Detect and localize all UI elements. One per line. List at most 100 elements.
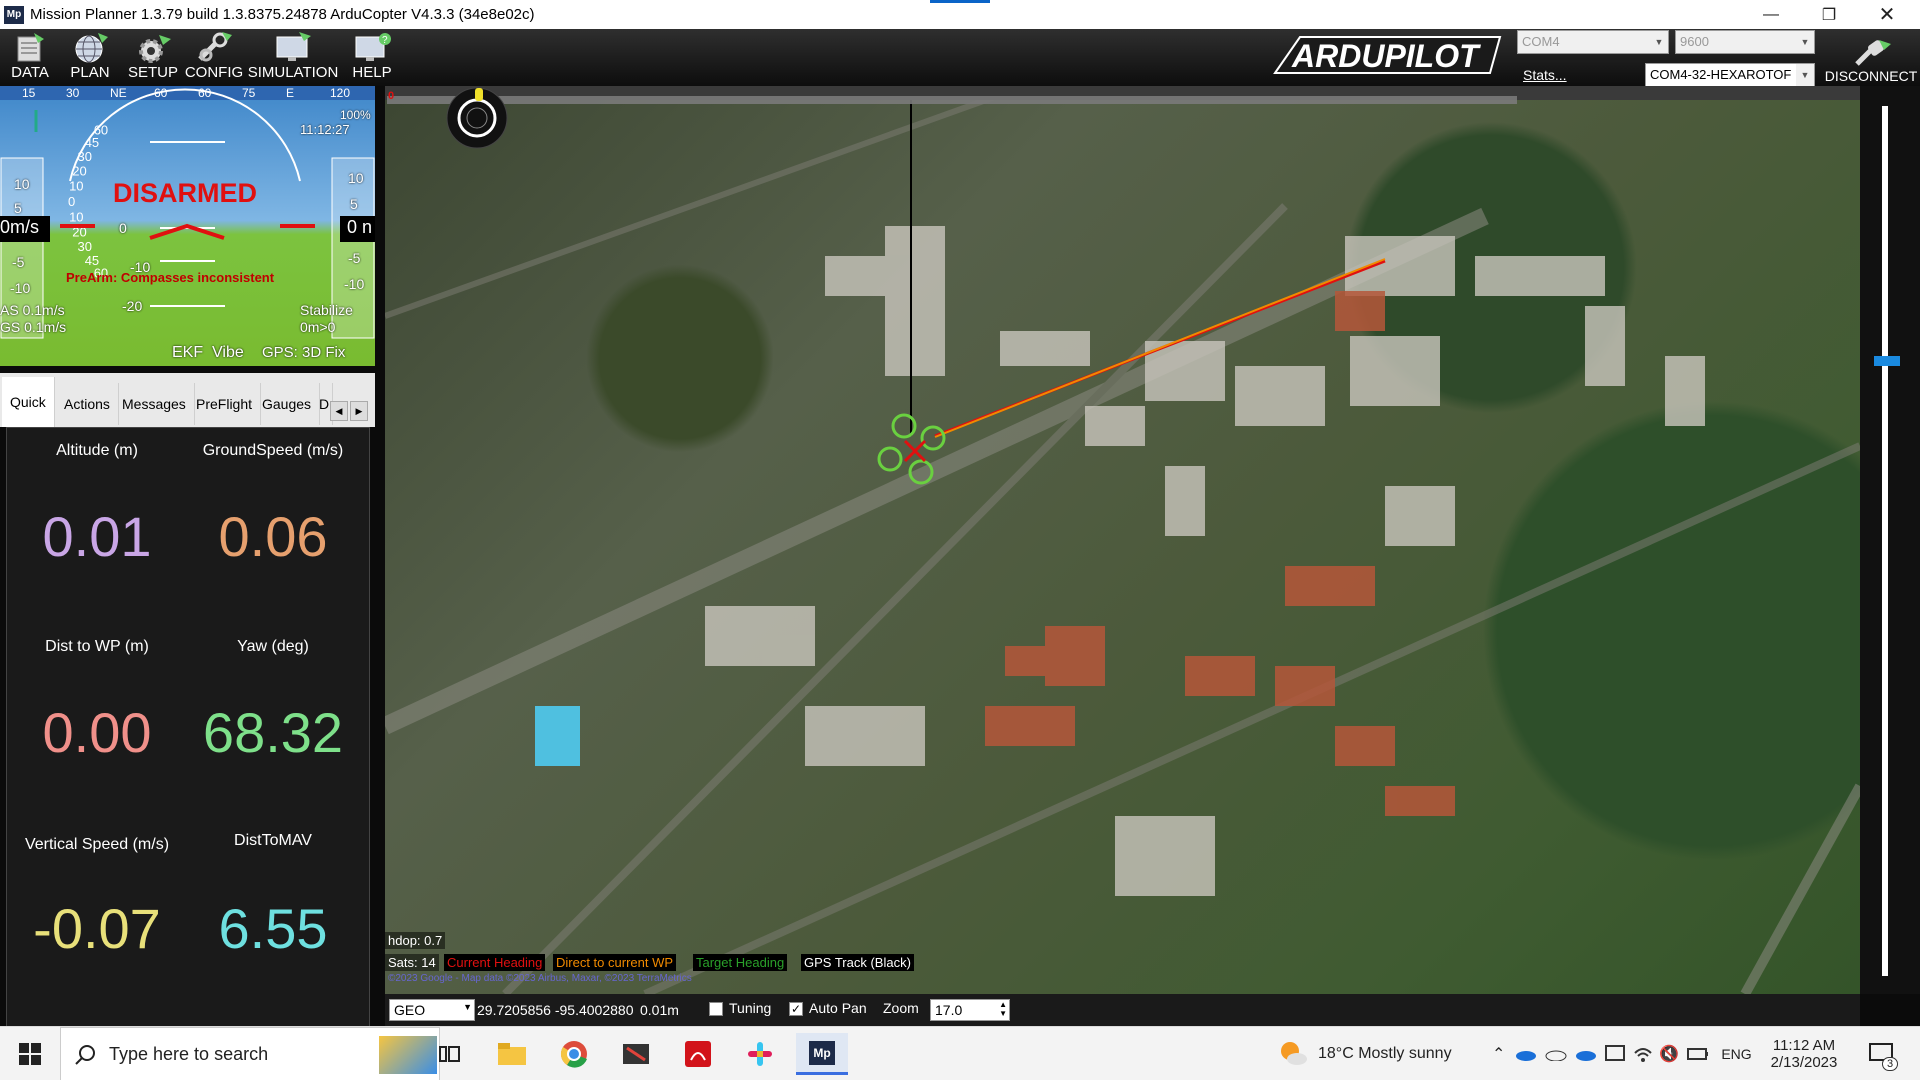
zoom-slider-thumb[interactable] [1874,356,1900,366]
wifi-icon[interactable] [1633,1045,1653,1063]
autopan-checkbox[interactable]: ✓ [789,1002,803,1016]
weather-text: 18°C Mostly sunny [1318,1045,1452,1062]
slack-icon[interactable] [734,1033,786,1075]
stats-link[interactable]: Stats... [1523,67,1567,83]
display-icon[interactable] [1605,1045,1626,1063]
help-button[interactable]: ? HELP [348,31,396,85]
dist-to-wp-value[interactable]: 0.00 [7,700,187,765]
disconnect-label: DISCONNECT [1824,68,1918,84]
tab-quick[interactable]: Quick [2,377,55,427]
map-timeline-marker[interactable] [475,88,483,101]
app-icon: Mp [4,5,24,24]
hud-left-tick: 5 [14,200,22,216]
map-status-bar: GEO ▼ 29.7205856 -95.4002880 0.01m Tunin… [385,994,1860,1026]
hud-heading-tick: 60 [198,86,212,100]
tab-messages[interactable]: Messages [114,383,195,425]
volume-icon[interactable]: 🔇 [1659,1044,1679,1064]
port-select[interactable]: COM4 ▼ [1517,30,1669,54]
hud-time: 11:12:27 [300,122,350,137]
tab-actions[interactable]: Actions [56,383,119,425]
hud-vibe[interactable]: Vibe [212,344,244,362]
hud-heading-tick: 30 [66,86,80,100]
tab-preflight[interactable]: PreFlight [188,383,262,425]
data-button[interactable]: DATA [6,31,54,85]
minimize-button[interactable]: — [1742,0,1800,29]
dist-to-wp-label: Dist to WP (m) [45,638,149,655]
battery-icon[interactable] [1687,1047,1709,1061]
hud-distance: 0m>0 [300,319,336,335]
quick-panel: Altitude (m) 0.01 GroundSpeed (m/s) 0.06… [6,427,370,1027]
hud-left-tick: -10 [10,280,31,296]
notifications-button[interactable]: 3 [1868,1027,1899,1080]
yaw-value[interactable]: 68.32 [183,700,363,765]
acrobat-icon[interactable] [672,1033,724,1075]
coordinates-readout: 29.7205856 -95.4002880 [477,1002,634,1018]
zoom-value: 17.0 [935,1002,963,1018]
disconnect-button[interactable]: DISCONNECT [1822,29,1920,86]
tab-scroll-left-icon[interactable]: ◀ [330,401,348,421]
zoom-slider-track [1882,106,1888,976]
file-explorer-icon[interactable] [486,1033,538,1075]
vertical-speed-value[interactable]: -0.07 [7,896,187,961]
chevron-down-icon: ▼ [1800,37,1810,47]
hud-panel: 15 30 NE 60 60 75 E 120 60 45 30 20 10 0 10 20 30 45 60 0… [0,86,375,366]
data-tabs: Quick Actions Messages PreFlight Gauges … [0,373,375,427]
yaw-label: Yaw (deg) [237,638,309,655]
chevron-down-icon: ▼ [1796,64,1814,86]
map-overlay [385,86,1860,994]
setup-gear-icon [139,35,171,63]
data-icon [17,33,44,62]
chevron-up-icon[interactable]: ⌃ [1492,1044,1505,1064]
hud-heading-tick: 75 [242,86,256,100]
ardupilot-logo: ARDUPILOT [1273,36,1502,74]
task-view-icon[interactable] [424,1033,476,1075]
weather-widget[interactable]: 18°C Mostly sunny [1278,1027,1452,1080]
mission-planner-taskbar-icon[interactable]: Mp [796,1033,848,1075]
groundspeed-value[interactable]: 0.06 [183,504,363,569]
altitude-value[interactable]: 0.01 [7,504,187,569]
setup-button[interactable]: SETUP [128,31,178,85]
zoom-input[interactable]: 17.0 ▲ ▼ [930,999,1010,1021]
tuning-checkbox[interactable] [709,1002,723,1016]
onedrive-personal-icon[interactable] [1545,1047,1567,1061]
map-attribution: ©2023 Google - Map data ©2023 Airbus, Ma… [388,973,692,984]
chrome-icon[interactable] [548,1033,600,1075]
globe-icon [75,33,108,63]
hud-pitch-minus20: -20 [122,298,143,314]
windows-start-icon[interactable] [4,1033,56,1075]
dist-to-mav-value[interactable]: 6.55 [183,896,363,961]
sats-label: Sats: 14 [385,954,439,971]
hud-roll-tick: 10 [69,209,83,224]
legend-direct-to-wp: Direct to current WP [553,954,677,971]
taskbar-search[interactable]: Type here to search [60,1027,440,1080]
spinner-icon[interactable]: ▲ ▼ [999,1000,1007,1018]
language-indicator[interactable]: ENG [1721,1046,1751,1062]
close-button[interactable]: ✕ [1858,0,1916,29]
satellite-map[interactable]: 0 hdop: 0.7 Sats: 14 Current Heading Dir… [385,86,1860,994]
simulation-button[interactable]: SIMULATION [248,31,338,85]
hud-airspeed: AS 0.1m/s [0,302,65,318]
clock-time: 11:12 AM [1772,1037,1836,1054]
tab-gauges[interactable]: Gauges [254,383,321,425]
tray-icons: ⌃ 🔇 ENG [1492,1027,1752,1080]
hud-ekf[interactable]: EKF [172,344,203,362]
zoom-slider[interactable] [1860,86,1920,994]
cloud-icon[interactable] [1575,1047,1597,1061]
snipping-tool-icon[interactable] [610,1033,662,1075]
restore-button[interactable]: ❐ [1800,0,1858,29]
baud-select[interactable]: 9600 ▼ [1675,30,1815,54]
plan-button[interactable]: PLAN [66,31,114,85]
config-label: CONFIG [184,64,244,81]
tab-scroll-right-icon[interactable]: ▶ [350,401,368,421]
groundspeed-label: GroundSpeed (m/s) [202,442,344,459]
config-button[interactable]: CONFIG [184,31,244,85]
vertical-speed-label: Vertical Speed (m/s) [24,836,170,853]
onedrive-icon[interactable] [1515,1047,1537,1061]
search-icon [75,1045,95,1065]
legend-current-heading: Current Heading [444,954,546,971]
hud-heading-tick: NE [110,86,127,100]
connection-select[interactable]: COM4-32-HEXAROTOF ▼ [1645,63,1815,87]
hud-roll-tick: 30 [77,149,91,164]
coord-system-select[interactable]: GEO ▼ [389,999,475,1021]
clock[interactable]: 11:12 AM 2/13/2023 [1764,1027,1844,1080]
